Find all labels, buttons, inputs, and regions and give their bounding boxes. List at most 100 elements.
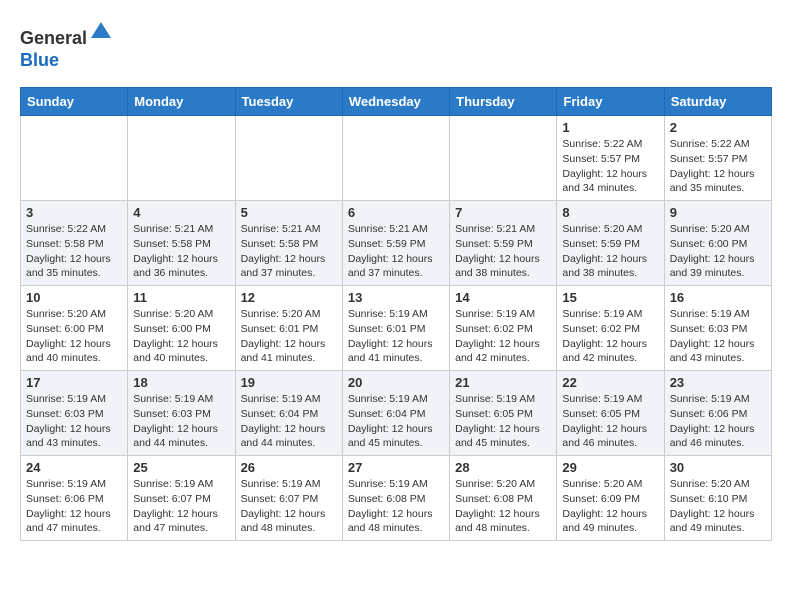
day-number: 7: [455, 205, 551, 220]
day-info: Sunrise: 5:21 AM Sunset: 5:59 PM Dayligh…: [455, 222, 551, 281]
day-number: 19: [241, 375, 337, 390]
day-number: 24: [26, 460, 122, 475]
day-number: 16: [670, 290, 766, 305]
calendar-cell: 24 Sunrise: 5:19 AM Sunset: 6:06 PM Dayli…: [21, 456, 128, 541]
logo-icon: [89, 20, 113, 44]
day-number: 10: [26, 290, 122, 305]
calendar-cell: [235, 116, 342, 201]
calendar-cell: 15 Sunrise: 5:19 AM Sunset: 6:02 PM Dayli…: [557, 286, 664, 371]
day-info: Sunrise: 5:20 AM Sunset: 6:00 PM Dayligh…: [26, 307, 122, 366]
calendar-cell: 30Sunrise: 5:20 AM Sunset: 6:10 PM Dayli…: [664, 456, 771, 541]
day-number: 11: [133, 290, 229, 305]
logo-blue: Blue: [20, 50, 59, 70]
calendar-cell: 16 Sunrise: 5:19 AM Sunset: 6:03 PM Dayli…: [664, 286, 771, 371]
calendar-cell: 22 Sunrise: 5:19 AM Sunset: 6:05 PM Dayli…: [557, 371, 664, 456]
day-info: Sunrise: 5:19 AM Sunset: 6:03 PM Dayligh…: [26, 392, 122, 451]
calendar-cell: 28 Sunrise: 5:20 AM Sunset: 6:08 PM Dayli…: [450, 456, 557, 541]
calendar-cell: [450, 116, 557, 201]
weekday-header-row: SundayMondayTuesdayWednesdayThursdayFrid…: [21, 88, 772, 116]
day-number: 9: [670, 205, 766, 220]
calendar-cell: 3Sunrise: 5:22 AM Sunset: 5:58 PM Daylig…: [21, 201, 128, 286]
calendar-cell: 7 Sunrise: 5:21 AM Sunset: 5:59 PM Daylig…: [450, 201, 557, 286]
day-info: Sunrise: 5:19 AM Sunset: 6:01 PM Dayligh…: [348, 307, 444, 366]
calendar-week-row: 3Sunrise: 5:22 AM Sunset: 5:58 PM Daylig…: [21, 201, 772, 286]
day-info: Sunrise: 5:19 AM Sunset: 6:02 PM Dayligh…: [455, 307, 551, 366]
calendar-cell: 4 Sunrise: 5:21 AM Sunset: 5:58 PM Daylig…: [128, 201, 235, 286]
calendar-week-row: 17 Sunrise: 5:19 AM Sunset: 6:03 PM Dayli…: [21, 371, 772, 456]
weekday-header-tuesday: Tuesday: [235, 88, 342, 116]
calendar-cell: 6Sunrise: 5:21 AM Sunset: 5:59 PM Daylig…: [342, 201, 449, 286]
day-info: Sunrise: 5:19 AM Sunset: 6:07 PM Dayligh…: [241, 477, 337, 536]
logo-general: General: [20, 28, 87, 48]
calendar-week-row: 1Sunrise: 5:22 AM Sunset: 5:57 PM Daylig…: [21, 116, 772, 201]
calendar-cell: 14 Sunrise: 5:19 AM Sunset: 6:02 PM Dayli…: [450, 286, 557, 371]
day-info: Sunrise: 5:19 AM Sunset: 6:06 PM Dayligh…: [670, 392, 766, 451]
weekday-header-friday: Friday: [557, 88, 664, 116]
calendar-cell: [128, 116, 235, 201]
day-info: Sunrise: 5:19 AM Sunset: 6:08 PM Dayligh…: [348, 477, 444, 536]
day-info: Sunrise: 5:19 AM Sunset: 6:04 PM Dayligh…: [348, 392, 444, 451]
calendar-cell: 20 Sunrise: 5:19 AM Sunset: 6:04 PM Dayli…: [342, 371, 449, 456]
day-number: 21: [455, 375, 551, 390]
day-number: 15: [562, 290, 658, 305]
day-info: Sunrise: 5:22 AM Sunset: 5:57 PM Dayligh…: [670, 137, 766, 196]
day-info: Sunrise: 5:20 AM Sunset: 6:00 PM Dayligh…: [133, 307, 229, 366]
calendar-cell: 18Sunrise: 5:19 AM Sunset: 6:03 PM Dayli…: [128, 371, 235, 456]
weekday-header-wednesday: Wednesday: [342, 88, 449, 116]
day-number: 5: [241, 205, 337, 220]
day-number: 29: [562, 460, 658, 475]
calendar-cell: 9 Sunrise: 5:20 AM Sunset: 6:00 PM Daylig…: [664, 201, 771, 286]
day-info: Sunrise: 5:21 AM Sunset: 5:58 PM Dayligh…: [133, 222, 229, 281]
day-info: Sunrise: 5:22 AM Sunset: 5:57 PM Dayligh…: [562, 137, 658, 196]
day-number: 4: [133, 205, 229, 220]
day-info: Sunrise: 5:20 AM Sunset: 6:01 PM Dayligh…: [241, 307, 337, 366]
day-info: Sunrise: 5:19 AM Sunset: 6:03 PM Dayligh…: [670, 307, 766, 366]
calendar-cell: 11 Sunrise: 5:20 AM Sunset: 6:00 PM Dayli…: [128, 286, 235, 371]
day-info: Sunrise: 5:19 AM Sunset: 6:04 PM Dayligh…: [241, 392, 337, 451]
calendar-cell: 13 Sunrise: 5:19 AM Sunset: 6:01 PM Dayli…: [342, 286, 449, 371]
day-info: Sunrise: 5:19 AM Sunset: 6:05 PM Dayligh…: [562, 392, 658, 451]
calendar-cell: 27 Sunrise: 5:19 AM Sunset: 6:08 PM Dayli…: [342, 456, 449, 541]
calendar-cell: [21, 116, 128, 201]
logo: General Blue: [20, 20, 113, 71]
day-number: 26: [241, 460, 337, 475]
day-number: 28: [455, 460, 551, 475]
day-number: 6: [348, 205, 444, 220]
day-number: 14: [455, 290, 551, 305]
day-number: 8: [562, 205, 658, 220]
page-header: General Blue: [20, 20, 772, 71]
day-number: 27: [348, 460, 444, 475]
day-info: Sunrise: 5:20 AM Sunset: 6:10 PM Dayligh…: [670, 477, 766, 536]
day-number: 22: [562, 375, 658, 390]
calendar-cell: 26 Sunrise: 5:19 AM Sunset: 6:07 PM Dayli…: [235, 456, 342, 541]
calendar-cell: 8 Sunrise: 5:20 AM Sunset: 5:59 PM Daylig…: [557, 201, 664, 286]
day-info: Sunrise: 5:20 AM Sunset: 6:08 PM Dayligh…: [455, 477, 551, 536]
calendar-cell: 17 Sunrise: 5:19 AM Sunset: 6:03 PM Dayli…: [21, 371, 128, 456]
calendar-cell: 12 Sunrise: 5:20 AM Sunset: 6:01 PM Dayli…: [235, 286, 342, 371]
logo-text: General Blue: [20, 20, 113, 71]
calendar-cell: 23 Sunrise: 5:19 AM Sunset: 6:06 PM Dayli…: [664, 371, 771, 456]
day-info: Sunrise: 5:20 AM Sunset: 6:00 PM Dayligh…: [670, 222, 766, 281]
calendar-cell: 5Sunrise: 5:21 AM Sunset: 5:58 PM Daylig…: [235, 201, 342, 286]
calendar-week-row: 10 Sunrise: 5:20 AM Sunset: 6:00 PM Dayli…: [21, 286, 772, 371]
day-number: 12: [241, 290, 337, 305]
calendar-cell: 10 Sunrise: 5:20 AM Sunset: 6:00 PM Dayli…: [21, 286, 128, 371]
calendar-cell: 19 Sunrise: 5:19 AM Sunset: 6:04 PM Dayli…: [235, 371, 342, 456]
calendar-cell: [342, 116, 449, 201]
calendar-cell: 2Sunrise: 5:22 AM Sunset: 5:57 PM Daylig…: [664, 116, 771, 201]
day-number: 23: [670, 375, 766, 390]
day-info: Sunrise: 5:19 AM Sunset: 6:02 PM Dayligh…: [562, 307, 658, 366]
weekday-header-thursday: Thursday: [450, 88, 557, 116]
day-info: Sunrise: 5:19 AM Sunset: 6:06 PM Dayligh…: [26, 477, 122, 536]
day-number: 17: [26, 375, 122, 390]
day-info: Sunrise: 5:19 AM Sunset: 6:03 PM Dayligh…: [133, 392, 229, 451]
day-info: Sunrise: 5:20 AM Sunset: 5:59 PM Dayligh…: [562, 222, 658, 281]
day-number: 25: [133, 460, 229, 475]
weekday-header-monday: Monday: [128, 88, 235, 116]
calendar-table: SundayMondayTuesdayWednesdayThursdayFrid…: [20, 87, 772, 541]
day-number: 20: [348, 375, 444, 390]
day-number: 13: [348, 290, 444, 305]
day-info: Sunrise: 5:22 AM Sunset: 5:58 PM Dayligh…: [26, 222, 122, 281]
day-info: Sunrise: 5:19 AM Sunset: 6:05 PM Dayligh…: [455, 392, 551, 451]
weekday-header-saturday: Saturday: [664, 88, 771, 116]
